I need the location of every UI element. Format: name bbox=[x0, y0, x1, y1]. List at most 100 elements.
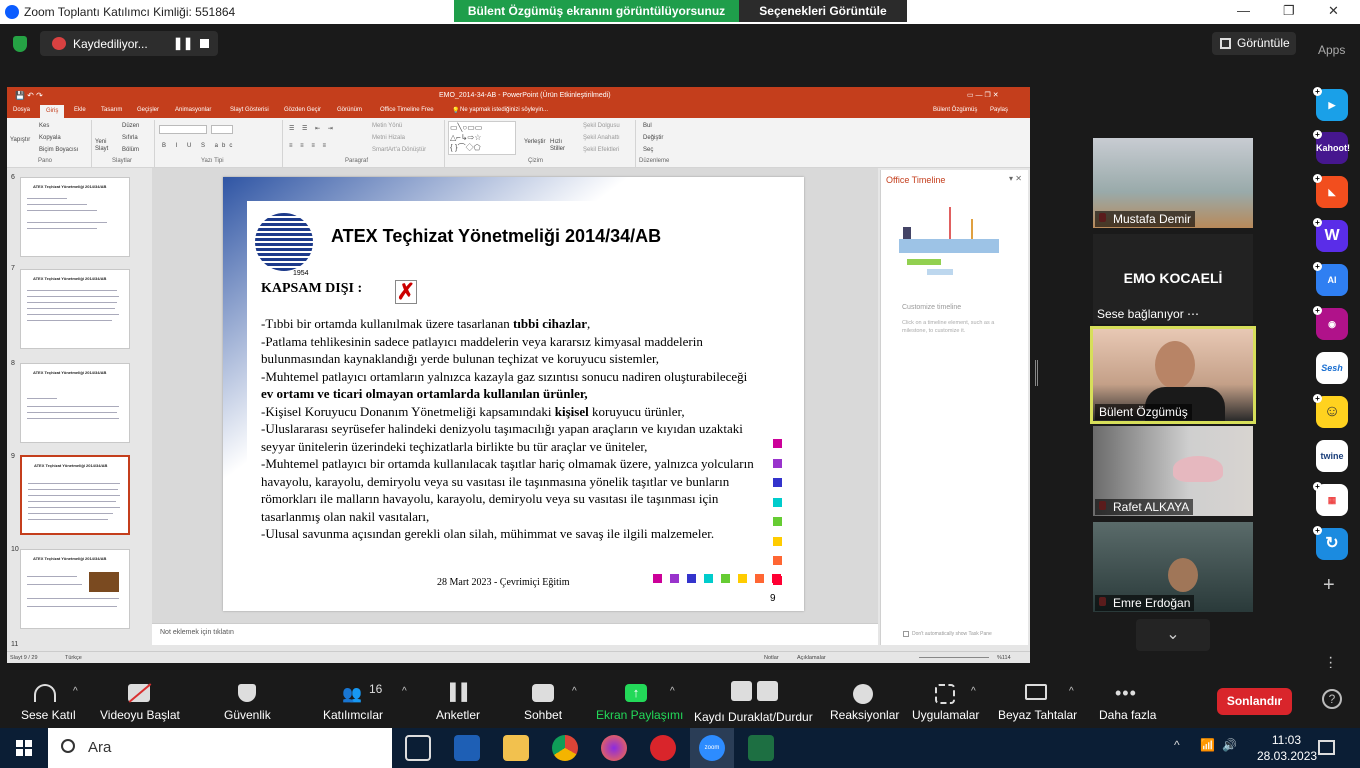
scroll-down-chevron-icon[interactable]: ⌄ bbox=[1136, 619, 1210, 651]
participants-caret-icon[interactable]: ^ bbox=[402, 686, 407, 697]
pane-close-icon[interactable]: ▾ ✕ bbox=[1009, 174, 1022, 183]
tray-chevron-icon[interactable]: ^ bbox=[1174, 738, 1180, 752]
tab-file[interactable]: Dosya bbox=[13, 107, 30, 113]
help-icon[interactable]: ? bbox=[1322, 689, 1342, 709]
cut-button[interactable]: Kes bbox=[39, 123, 49, 129]
find-button[interactable]: Bul bbox=[643, 123, 652, 129]
resize-handle[interactable] bbox=[1035, 360, 1038, 386]
smartart-button[interactable]: SmartArt'a Dönüştür bbox=[372, 147, 426, 153]
bullet-list-icons[interactable]: ☰ ☰ ⇤ ⇥ bbox=[289, 125, 336, 132]
language-indicator[interactable]: Türkçe bbox=[65, 655, 82, 661]
tab-transitions[interactable]: Geçişler bbox=[137, 107, 159, 113]
paste-button[interactable]: Yapıştır bbox=[10, 137, 30, 143]
app-add-icon[interactable]: + bbox=[1313, 174, 1322, 183]
security-icon[interactable] bbox=[238, 684, 256, 702]
new-slide-button[interactable]: Yeni Slayt bbox=[95, 139, 115, 153]
shape-fill-button[interactable]: Şekil Dolgusu bbox=[583, 123, 620, 129]
stop-recording-icon[interactable] bbox=[200, 39, 209, 48]
whiteboard-icon[interactable] bbox=[1025, 684, 1047, 700]
app-taskbar-icon[interactable] bbox=[650, 735, 676, 761]
participant-tile[interactable]: Rafet ALKAYA bbox=[1093, 426, 1253, 516]
notification-icon[interactable] bbox=[1318, 740, 1335, 755]
tab-insert[interactable]: Ekle bbox=[74, 107, 86, 113]
slide-thumbnail[interactable]: ATEX Teçhizat Yönetmeliği 2014/34/AB bbox=[20, 363, 130, 443]
security-shield-icon[interactable] bbox=[13, 36, 27, 52]
section-button[interactable]: Bölüm bbox=[122, 147, 139, 153]
replace-button[interactable]: Değiştir bbox=[643, 135, 663, 141]
word-icon[interactable] bbox=[454, 735, 480, 761]
participants-icon[interactable]: 👥 bbox=[342, 684, 364, 703]
polls-icon[interactable]: ▌▌ bbox=[450, 684, 473, 702]
notes-toggle[interactable]: Notlar bbox=[764, 655, 779, 661]
whiteboards-button[interactable]: Beyaz Tahtalar bbox=[998, 708, 1077, 722]
quick-styles-button[interactable]: Hızlı Stiller bbox=[550, 139, 566, 153]
app-add-icon[interactable]: + bbox=[1313, 306, 1322, 315]
taskbar-clock[interactable]: 11:03 28.03.2023 bbox=[1257, 732, 1317, 764]
notes-input[interactable]: Not eklemek için tıklatın bbox=[152, 623, 878, 645]
apps-label[interactable]: Apps bbox=[1318, 43, 1345, 57]
more-icon[interactable]: ••• bbox=[1115, 683, 1137, 704]
shape-effects-button[interactable]: Şekil Efektleri bbox=[583, 147, 619, 153]
dont-show-checkbox[interactable] bbox=[903, 631, 909, 637]
select-button[interactable]: Seç bbox=[643, 147, 653, 153]
tab-design[interactable]: Tasarım bbox=[101, 107, 122, 113]
tab-review[interactable]: Gözden Geçir bbox=[284, 107, 321, 113]
chrome-icon[interactable] bbox=[552, 735, 578, 761]
excel-icon[interactable] bbox=[748, 735, 774, 761]
chat-button[interactable]: Sohbet bbox=[524, 708, 562, 722]
reactions-button[interactable]: Reaksiyonlar bbox=[830, 708, 899, 722]
zoom-taskbar-icon[interactable]: zoom bbox=[699, 735, 725, 761]
tab-office-timeline[interactable]: Office Timeline Free bbox=[380, 107, 434, 113]
participants-button[interactable]: Katılımcılar bbox=[323, 708, 383, 722]
font-name-input[interactable] bbox=[159, 125, 207, 134]
ppt-window-controls-icon[interactable]: ▭ — ❐ ✕ bbox=[967, 91, 999, 99]
share-caret-icon[interactable]: ^ bbox=[670, 686, 675, 697]
tab-animations[interactable]: Animasyonlar bbox=[175, 107, 211, 113]
task-view-icon[interactable] bbox=[405, 735, 431, 761]
tab-view[interactable]: Görünüm bbox=[337, 107, 362, 113]
comments-toggle[interactable]: Açıklamalar bbox=[797, 655, 826, 661]
sesh-app-icon[interactable]: Sesh bbox=[1316, 352, 1348, 384]
align-icons[interactable]: ≡ ≡ ≡ ≡ bbox=[289, 143, 329, 149]
polls-button[interactable]: Anketler bbox=[436, 708, 480, 722]
copy-button[interactable]: Kopyala bbox=[39, 135, 61, 141]
audio-options-caret-icon[interactable]: ^ bbox=[73, 686, 78, 697]
app-add-icon[interactable]: + bbox=[1313, 130, 1322, 139]
slide-thumbnail[interactable]: ATEX Teçhizat Yönetmeliği 2014/34/AB bbox=[20, 549, 130, 629]
slide-thumbnail[interactable]: ATEX Teçhizat Yönetmeliği 2014/34/AB bbox=[20, 269, 130, 349]
reset-button[interactable]: Sıfırla bbox=[122, 135, 138, 141]
app-add-icon[interactable]: + bbox=[1313, 87, 1322, 96]
participant-tile[interactable]: Mustafa Demir bbox=[1093, 138, 1253, 228]
security-button[interactable]: Güvenlik bbox=[224, 708, 271, 722]
video-off-icon[interactable] bbox=[128, 683, 152, 703]
format-painter-button[interactable]: Biçim Boyacısı bbox=[39, 147, 78, 153]
minimize-icon[interactable]: — bbox=[1237, 3, 1250, 18]
share-screen-button[interactable]: Ekran Paylaşımı bbox=[596, 708, 683, 722]
share-screen-icon[interactable]: ↑ bbox=[625, 684, 647, 702]
windows-start-icon[interactable] bbox=[16, 740, 32, 756]
shapes-gallery[interactable]: ▭╲○▭▭ △⌐↳⇨☆{ }⌒◇⬠ bbox=[448, 121, 516, 155]
tab-slideshow[interactable]: Slayt Gösterisi bbox=[230, 107, 269, 113]
view-button[interactable]: Görüntüle bbox=[1212, 32, 1296, 55]
app-add-icon[interactable]: + bbox=[1313, 526, 1322, 535]
app-add-icon[interactable]: + bbox=[1313, 394, 1322, 403]
tell-me-input[interactable]: Ne yapmak istediğinizi söyleyin... bbox=[460, 107, 548, 113]
reactions-icon[interactable] bbox=[853, 684, 873, 704]
app-add-icon[interactable]: + bbox=[1313, 262, 1322, 271]
ppt-quick-access-icon[interactable]: 💾 ↶ ↷ bbox=[15, 91, 43, 100]
view-options-button[interactable]: Seçenekleri Görüntüle bbox=[739, 0, 907, 22]
twine-app-icon[interactable]: twine bbox=[1316, 440, 1348, 472]
taskbar-search-box[interactable]: Ara bbox=[48, 728, 392, 768]
headphones-icon[interactable] bbox=[34, 684, 56, 702]
arrange-button[interactable]: Yerleştir bbox=[524, 139, 545, 145]
font-size-input[interactable] bbox=[211, 125, 233, 134]
participant-tile[interactable]: EMO KOCAELİ Sese bağlanıyor ⋯ bbox=[1093, 234, 1253, 324]
network-icon[interactable]: 📶 bbox=[1200, 738, 1215, 752]
share-button[interactable]: Paylaş bbox=[990, 107, 1008, 113]
shape-outline-button[interactable]: Şekil Anahattı bbox=[583, 135, 620, 141]
stop-record-icon[interactable] bbox=[757, 681, 778, 701]
pause-recording-icon[interactable]: ❚❚ bbox=[173, 36, 193, 50]
app-add-icon[interactable]: + bbox=[1313, 218, 1322, 227]
more-button[interactable]: Daha fazla bbox=[1099, 708, 1156, 722]
active-speaker-tile[interactable]: Bülent Özgümüş bbox=[1090, 326, 1256, 424]
